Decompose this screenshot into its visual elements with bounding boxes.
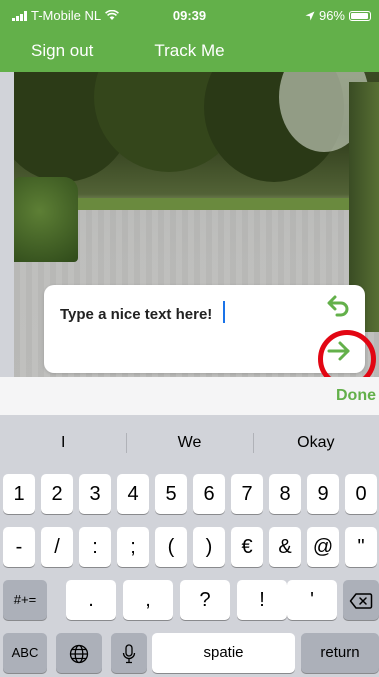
undo-icon[interactable]: [325, 291, 353, 319]
key-0[interactable]: 0: [345, 474, 377, 514]
globe-key[interactable]: [56, 633, 102, 673]
key-2[interactable]: 2: [41, 474, 73, 514]
text-card: [44, 285, 365, 373]
key-exclamation[interactable]: !: [237, 580, 287, 620]
spacebar[interactable]: spatie: [152, 633, 295, 673]
key-close-paren[interactable]: ): [193, 527, 225, 567]
nav-bar: Sign out Track Me: [0, 32, 379, 72]
keyboard: I We Okay 1 2 3 4 5 6 7 8 9 0 - / : ; ( …: [0, 415, 379, 677]
key-abc[interactable]: ABC: [3, 633, 47, 673]
key-colon[interactable]: :: [79, 527, 111, 567]
key-apostrophe[interactable]: ': [287, 580, 337, 620]
backspace-icon: [349, 592, 373, 609]
suggestion-item[interactable]: Okay: [252, 425, 379, 461]
key-3[interactable]: 3: [79, 474, 111, 514]
key-slash[interactable]: /: [41, 527, 73, 567]
dictation-key[interactable]: [111, 633, 147, 673]
page-title: Track Me: [154, 41, 225, 60]
key-hyphen[interactable]: -: [3, 527, 35, 567]
key-8[interactable]: 8: [269, 474, 301, 514]
key-5[interactable]: 5: [155, 474, 187, 514]
key-7[interactable]: 7: [231, 474, 263, 514]
suggestion-item[interactable]: We: [126, 425, 252, 461]
key-semicolon[interactable]: ;: [117, 527, 149, 567]
key-period[interactable]: .: [66, 580, 116, 620]
key-4[interactable]: 4: [117, 474, 149, 514]
text-caret: [223, 301, 225, 323]
battery-icon: [349, 10, 371, 21]
suggestion-item[interactable]: I: [0, 425, 126, 461]
key-9[interactable]: 9: [307, 474, 339, 514]
globe-icon: [69, 644, 89, 663]
key-ampersand[interactable]: &: [269, 527, 301, 567]
location-arrow-icon: [305, 11, 315, 20]
key-comma[interactable]: ,: [123, 580, 173, 620]
key-at[interactable]: @: [307, 527, 339, 567]
battery-percent: 96%: [318, 8, 345, 23]
key-quote[interactable]: ": [345, 527, 377, 567]
key-more-symbols[interactable]: #+=: [3, 580, 47, 620]
backspace-key[interactable]: [343, 580, 379, 620]
message-input[interactable]: [60, 303, 300, 325]
microphone-icon: [122, 643, 136, 663]
key-6[interactable]: 6: [193, 474, 225, 514]
key-open-paren[interactable]: (: [155, 527, 187, 567]
status-bar: T-Mobile NL 09:39 96%: [0, 0, 379, 32]
suggestion-bar: I We Okay: [0, 425, 379, 461]
status-right: 96%: [305, 8, 371, 23]
key-question[interactable]: ?: [180, 580, 230, 620]
return-key[interactable]: return: [301, 633, 379, 673]
key-1[interactable]: 1: [3, 474, 35, 514]
key-euro[interactable]: €: [231, 527, 263, 567]
keyboard-toolbar: Done: [0, 377, 379, 415]
done-button[interactable]: Done: [336, 387, 376, 405]
